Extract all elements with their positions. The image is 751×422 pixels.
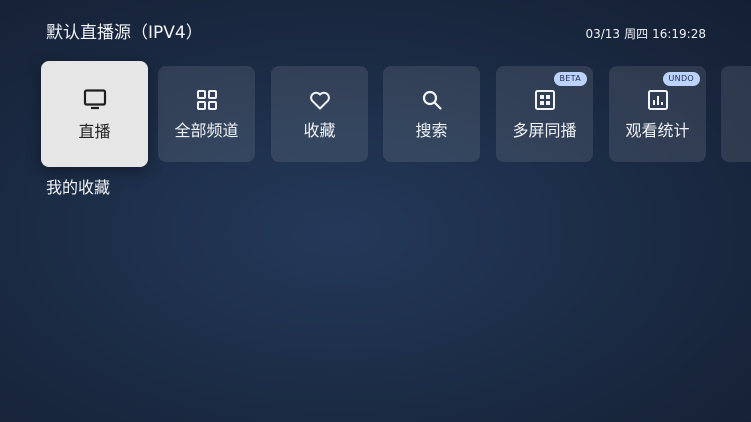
grid-icon bbox=[195, 88, 219, 112]
menu-item-label: 观看统计 bbox=[625, 121, 690, 140]
menu-item-label: 多屏同播 bbox=[512, 121, 577, 140]
menu-item-multiscreen[interactable]: BETA 多屏同播 bbox=[496, 66, 593, 162]
menu-item-live[interactable]: 直播 bbox=[41, 61, 148, 167]
menu-item-all-channels[interactable]: 全部频道 bbox=[158, 66, 255, 162]
multiscreen-icon bbox=[533, 88, 557, 112]
undo-badge: UNDO bbox=[662, 72, 700, 86]
menu-item-label: 全部频道 bbox=[174, 121, 239, 140]
heart-icon bbox=[308, 88, 332, 112]
main-menu: 直播 全部频道 收藏 搜索 BETA 多屏同播 UNDO 观看统计 bbox=[0, 0, 751, 180]
beta-badge: BETA bbox=[553, 72, 587, 86]
tv-icon bbox=[83, 87, 107, 111]
menu-item-label: 搜索 bbox=[415, 121, 448, 140]
menu-item-label: 直播 bbox=[78, 122, 111, 141]
menu-item-favorites[interactable]: 收藏 bbox=[271, 66, 368, 162]
menu-item-label: 收藏 bbox=[303, 121, 336, 140]
chart-icon bbox=[646, 88, 670, 112]
menu-item-next[interactable] bbox=[721, 66, 751, 162]
menu-item-search[interactable]: 搜索 bbox=[383, 66, 480, 162]
menu-item-watch-stats[interactable]: UNDO 观看统计 bbox=[609, 66, 706, 162]
search-icon bbox=[420, 88, 444, 112]
section-title-favorites: 我的收藏 bbox=[46, 178, 111, 197]
